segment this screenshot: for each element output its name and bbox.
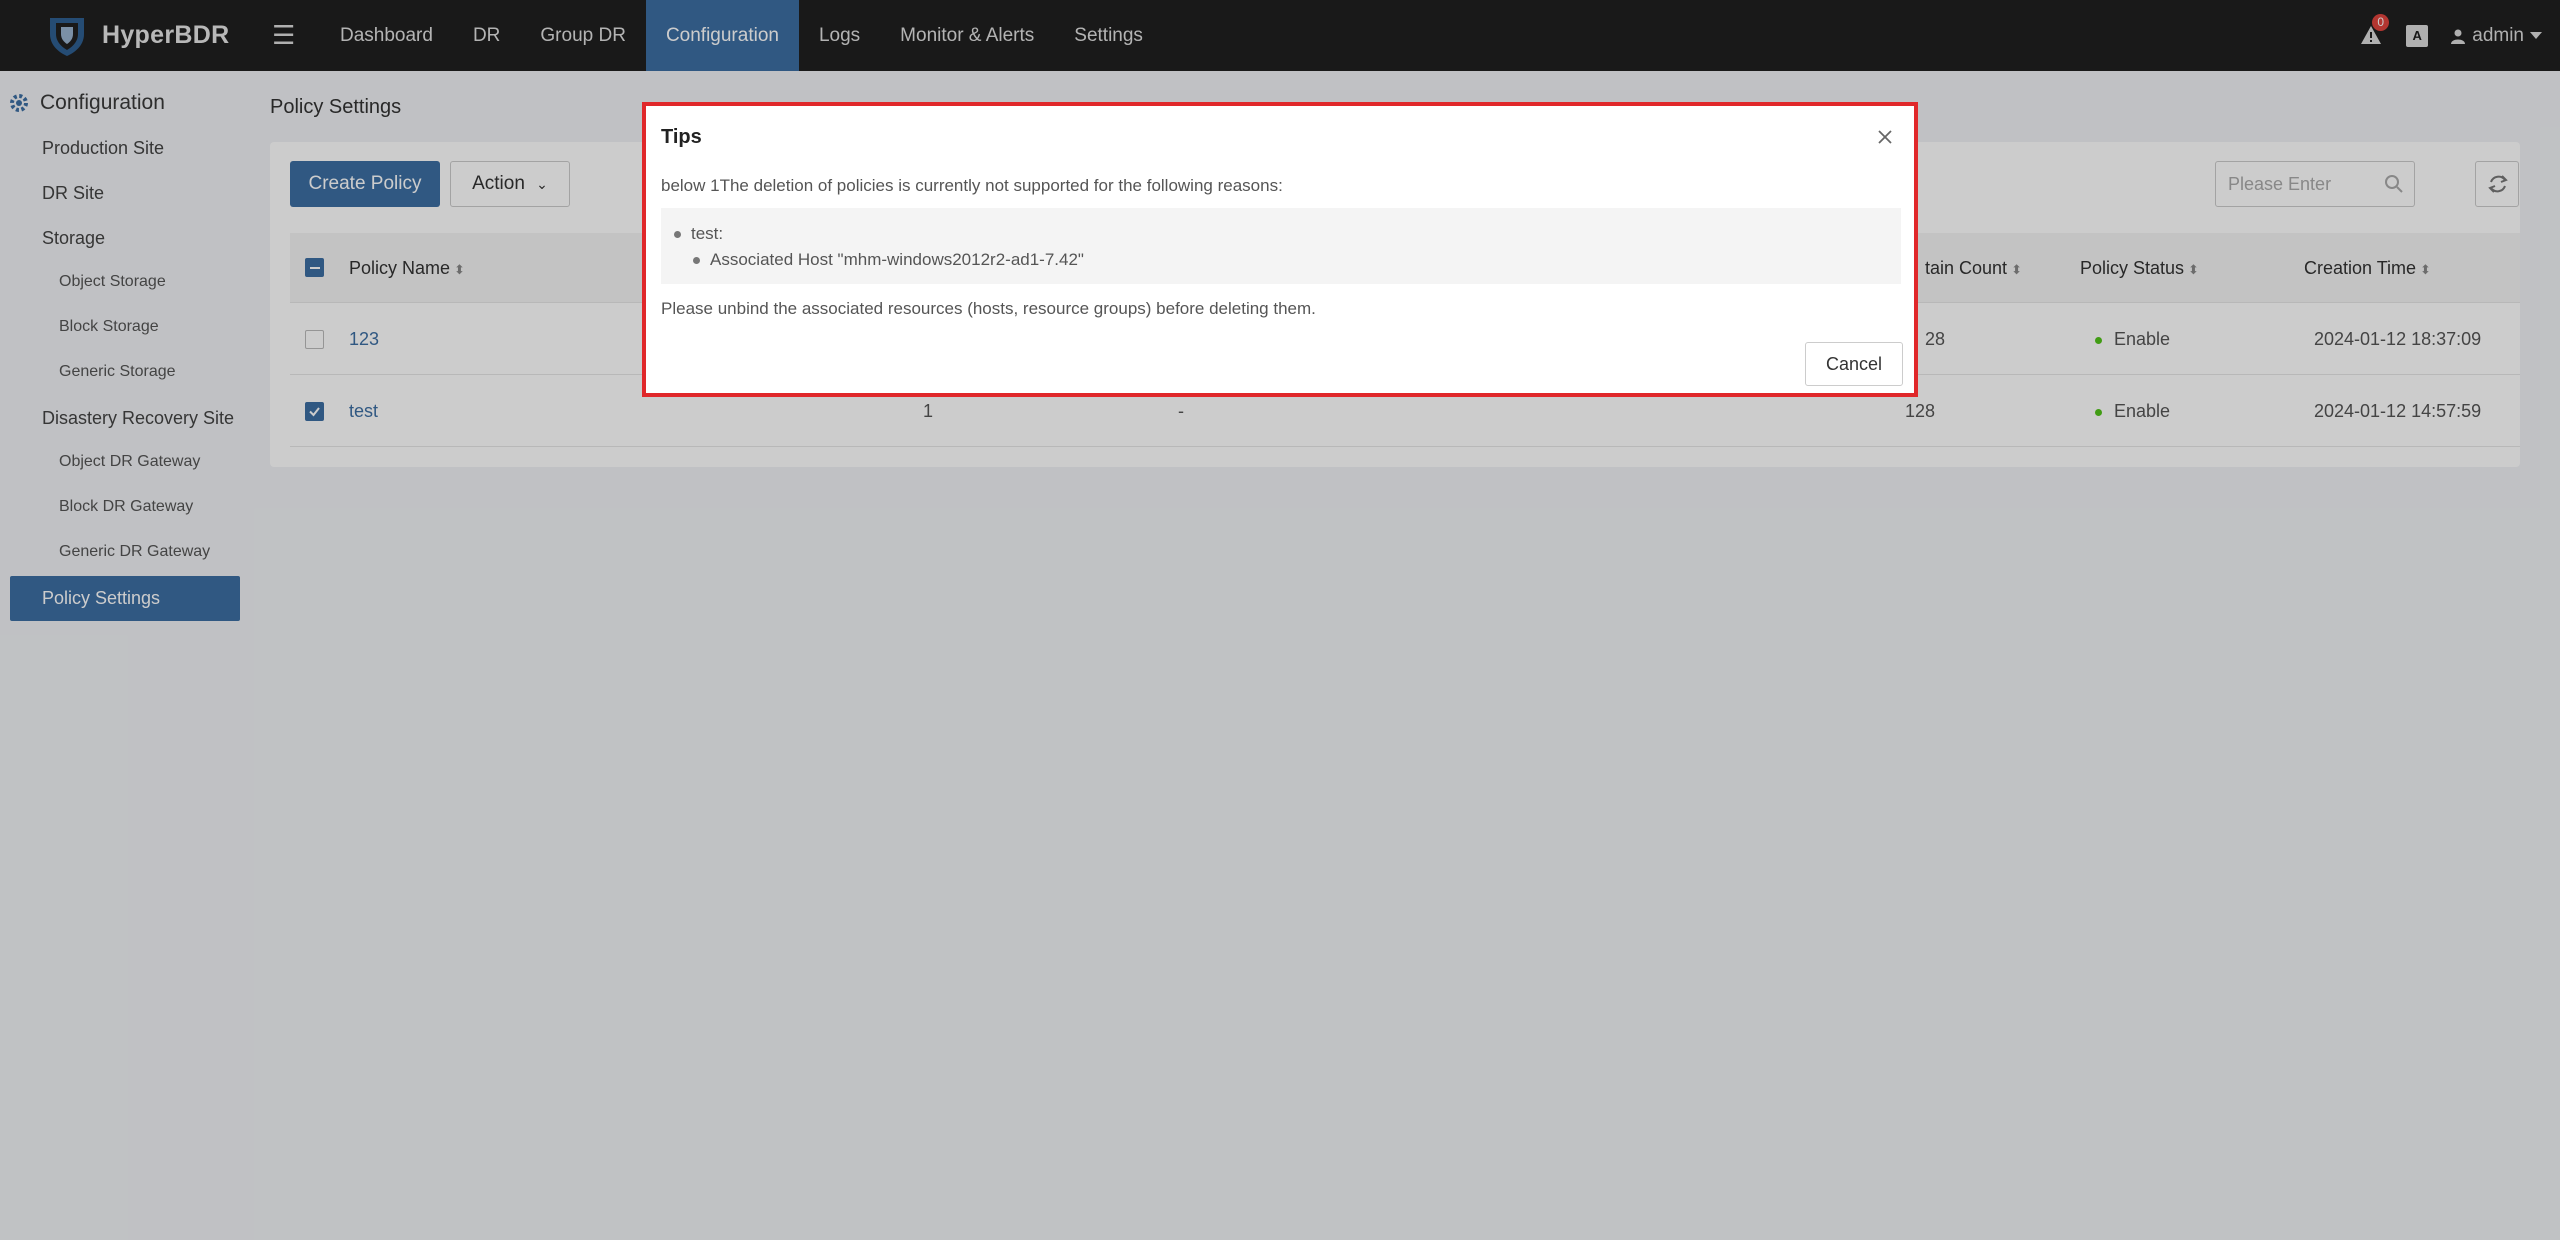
dialog-message: below 1The deletion of policies is curre… — [661, 176, 1283, 195]
reason-list — [661, 208, 1901, 284]
tips-dialog: Tips below 1The deletion of policies is … — [642, 102, 1918, 397]
reason-detail: Associated Host "mhm-windows2012r2-ad1-7… — [710, 250, 1084, 269]
cancel-button[interactable]: Cancel — [1805, 342, 1903, 386]
close-icon[interactable] — [1874, 126, 1896, 148]
bullet-icon — [693, 257, 700, 264]
dialog-title: Tips — [661, 126, 702, 148]
bullet-icon — [674, 231, 681, 238]
reason-policy: test: — [691, 224, 724, 243]
dialog-footer-text: Please unbind the associated resources (… — [661, 299, 1316, 318]
